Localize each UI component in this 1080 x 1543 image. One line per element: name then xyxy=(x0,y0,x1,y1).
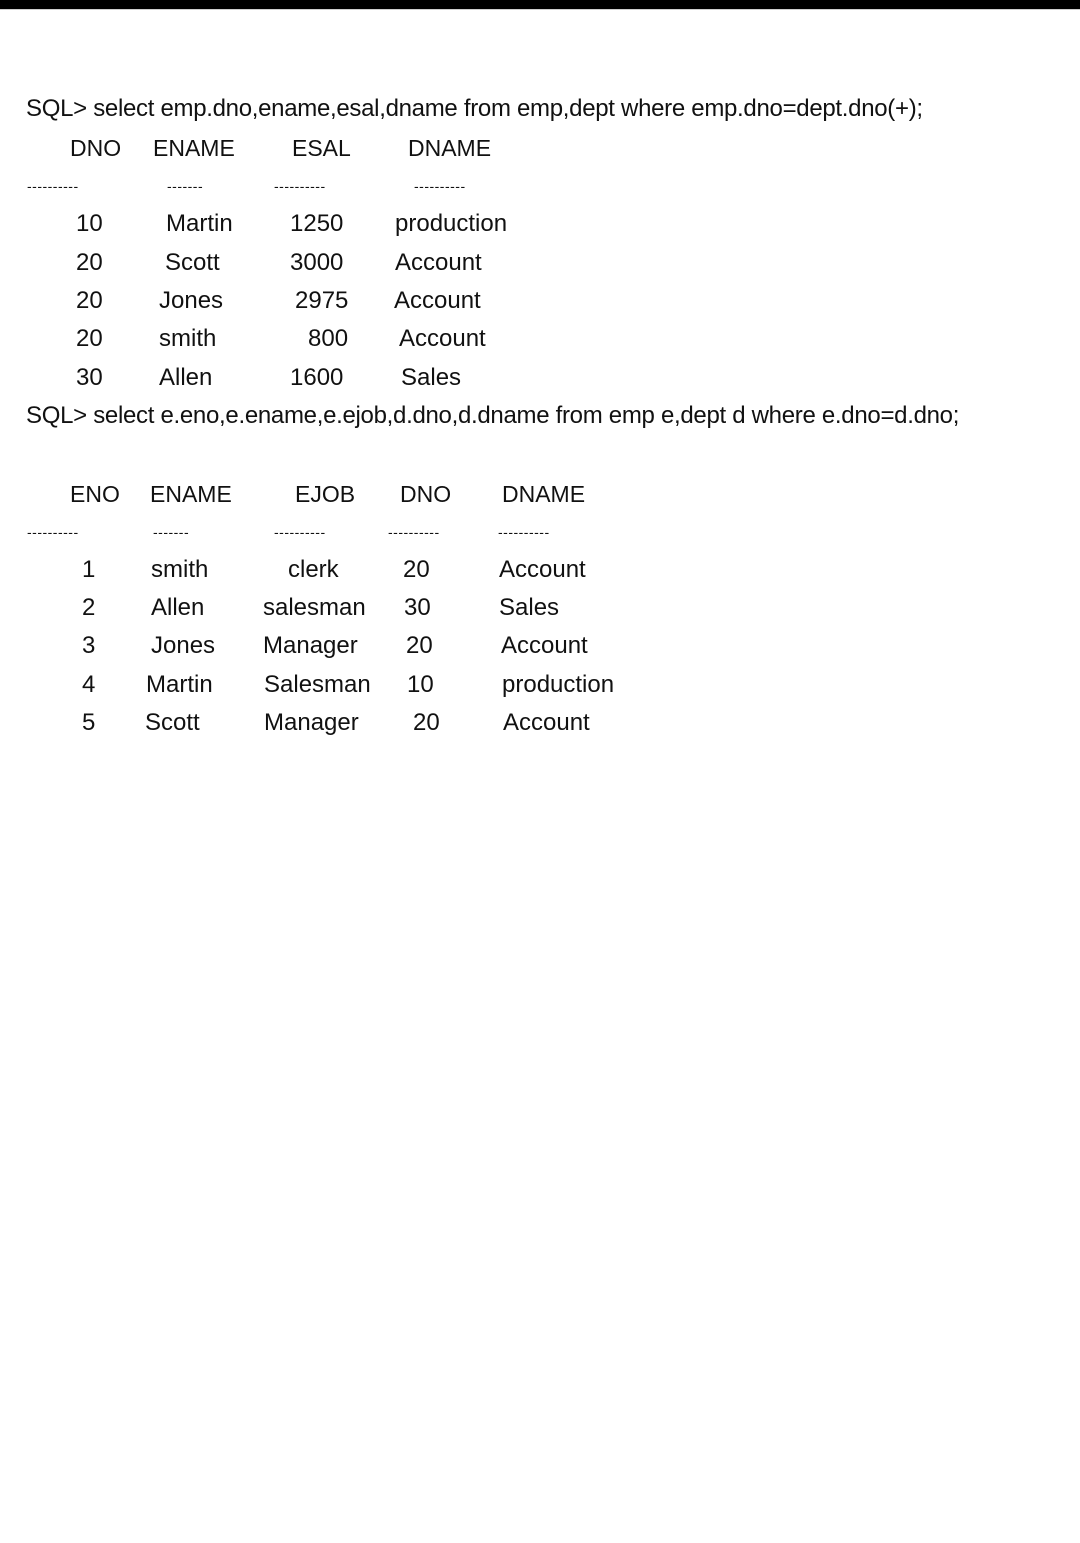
cell-dno: 20 xyxy=(403,556,430,583)
cell-ename: Jones xyxy=(151,632,216,659)
column-header-esal: ESAL xyxy=(292,135,351,161)
column-header-dno: DNO xyxy=(400,481,452,507)
column-header-eno: ENO xyxy=(70,481,120,507)
cell-dname: Account xyxy=(399,325,486,352)
cell-ejob: Manager xyxy=(263,632,358,659)
cell-dno: 20 xyxy=(406,632,433,659)
column-separator: ---------- xyxy=(274,178,326,194)
cell-dname: production xyxy=(502,671,615,698)
cell-ejob: Manager xyxy=(264,709,359,736)
cell-ejob: clerk xyxy=(288,556,339,583)
column-separator: ---------- xyxy=(414,178,466,194)
column-header-dname: DNAME xyxy=(408,135,492,161)
cell-dname: Account xyxy=(501,632,588,659)
cell-eno: 5 xyxy=(82,709,96,736)
cell-dname: Account xyxy=(499,556,586,583)
column-separator: ---------- xyxy=(498,524,550,540)
cell-eno: 1 xyxy=(82,556,96,583)
cell-eno: 2 xyxy=(82,594,96,621)
column-separator: ------- xyxy=(153,524,190,540)
cell-dname: production xyxy=(395,210,508,237)
cell-esal: 1250 xyxy=(290,210,344,237)
cell-esal: 1600 xyxy=(290,364,344,391)
cell-dno: 10 xyxy=(407,671,434,698)
cell-eno: 4 xyxy=(82,671,96,698)
cell-dno: 20 xyxy=(76,249,103,276)
cell-ejob: Salesman xyxy=(264,671,371,698)
column-separator: ---------- xyxy=(27,178,79,194)
cell-ename: smith xyxy=(151,556,209,583)
column-header-dno: DNO xyxy=(70,135,122,161)
column-separator: ---------- xyxy=(274,524,326,540)
cell-dname: Account xyxy=(394,287,481,314)
cell-ejob: salesman xyxy=(263,594,366,621)
column-separator: ---------- xyxy=(388,524,440,540)
cell-dno: 20 xyxy=(76,287,103,314)
top-status-bar xyxy=(0,0,1080,10)
column-header-ejob: EJOB xyxy=(295,481,356,507)
cell-dname: Account xyxy=(503,709,590,736)
cell-ename: smith xyxy=(159,325,217,352)
cell-dname: Sales xyxy=(401,364,462,391)
cell-dno: 10 xyxy=(76,210,103,237)
cell-esal: 2975 xyxy=(295,287,349,314)
cell-dno: 20 xyxy=(413,709,440,736)
cell-ename: Scott xyxy=(145,709,200,736)
column-separator: ---------- xyxy=(27,524,79,540)
cell-esal: 800 xyxy=(308,325,349,352)
cell-ename: Scott xyxy=(165,249,220,276)
cell-eno: 3 xyxy=(82,632,96,659)
cell-ename: Martin xyxy=(166,210,233,237)
column-header-ename: ENAME xyxy=(153,135,235,161)
cell-dno: 30 xyxy=(404,594,431,621)
sql-query-1: SQL> select emp.dno,ename,esal,dname fro… xyxy=(26,95,923,122)
cell-ename: Allen xyxy=(151,594,205,621)
cell-esal: 3000 xyxy=(290,249,344,276)
sql-query-2: SQL> select e.eno,e.ename,e.ejob,d.dno,d… xyxy=(26,402,960,429)
cell-dname: Account xyxy=(395,249,482,276)
column-separator: ------- xyxy=(167,178,204,194)
cell-dname: Sales xyxy=(499,594,560,621)
cell-ename: Martin xyxy=(146,671,213,698)
column-header-ename: ENAME xyxy=(150,481,232,507)
cell-dno: 30 xyxy=(76,364,103,391)
cell-ename: Jones xyxy=(159,287,224,314)
column-header-dname: DNAME xyxy=(502,481,586,507)
cell-dno: 20 xyxy=(76,325,103,352)
cell-ename: Allen xyxy=(159,364,213,391)
